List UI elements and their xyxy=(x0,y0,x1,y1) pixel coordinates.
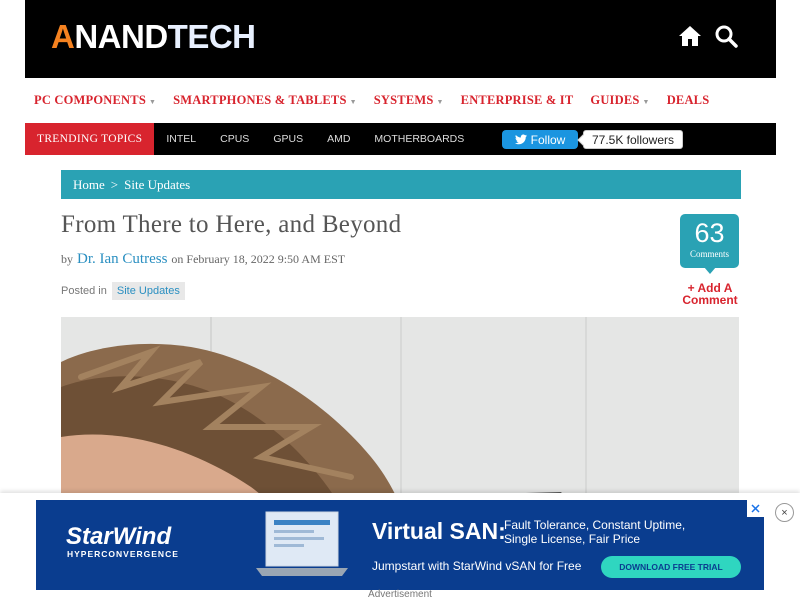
article-byline: by Dr. Ian Cutress on February 18, 2022 … xyxy=(61,251,345,268)
byline-by: by xyxy=(61,252,73,266)
ad-info-icon[interactable] xyxy=(747,500,764,517)
trending-item[interactable]: GPUS xyxy=(273,133,303,145)
chevron-down-icon: ▼ xyxy=(436,97,444,106)
ad-description: Fault Tolerance, Constant Uptime, Single… xyxy=(504,518,686,546)
comment-count-badge[interactable]: 63 Comments xyxy=(680,214,739,274)
category-tag[interactable]: Site Updates xyxy=(111,282,185,300)
home-icon[interactable] xyxy=(678,24,702,48)
chevron-down-icon: ▼ xyxy=(148,97,157,106)
site-logo[interactable]: ANANDTECH xyxy=(51,20,256,53)
ad-banner-container: StarWind HYPERCONVERGENCE Virtual SAN: F… xyxy=(0,493,800,600)
comments-label: Comments xyxy=(689,249,729,259)
trending-item[interactable]: AMD xyxy=(327,133,350,145)
ad-close-button[interactable]: × xyxy=(775,503,794,522)
trending-item[interactable]: MOTHERBOARDS xyxy=(374,133,464,145)
ad-brand-sub: HYPERCONVERGENCE xyxy=(67,549,179,559)
posted-in: Posted in Site Updates xyxy=(61,282,185,300)
article-title: From There to Here, and Beyond xyxy=(61,211,402,238)
laptop-icon xyxy=(256,511,348,576)
ad-caption: Advertisement xyxy=(368,589,432,600)
nav-item-enterprise-it[interactable]: ENTERPRISE & IT xyxy=(461,93,574,108)
trending-items: INTEL CPUS GPUS AMD MOTHERBOARDS xyxy=(154,133,476,145)
trending-label: TRENDING TOPICS xyxy=(25,123,155,155)
add-comment-line2: Comment xyxy=(682,293,738,307)
main-nav: PC COMPONENTS ▼ SMARTPHONES & TABLETS ▼ SYST… xyxy=(25,78,776,122)
nav-item-guides[interactable]: GUIDES ▼ xyxy=(590,93,649,108)
nav-item-pc-components[interactable]: PC COMPONENTS ▼ xyxy=(34,93,156,108)
search-icon[interactable] xyxy=(714,24,738,48)
nav-item-label: SYSTEMS xyxy=(373,92,434,107)
article-date: on February 18, 2022 9:50 AM EST xyxy=(171,252,346,266)
chevron-down-icon: ▼ xyxy=(642,97,650,106)
nav-item-systems[interactable]: SYSTEMS ▼ xyxy=(374,93,444,108)
logo-wordmark: ANANDTECH xyxy=(51,18,256,55)
site-header: ANANDTECH xyxy=(25,0,776,78)
author-link[interactable]: Dr. Ian Cutress xyxy=(77,251,167,268)
ad-cta-button[interactable]: DOWNLOAD FREE TRIAL xyxy=(601,556,741,578)
ad-brand: StarWind xyxy=(66,523,172,550)
header-icons xyxy=(678,24,738,48)
trending-item[interactable]: INTEL xyxy=(166,133,196,145)
nav-item-label: ENTERPRISE & IT xyxy=(460,92,574,107)
nav-item-smartphones-tablets[interactable]: SMARTPHONES & TABLETS ▼ xyxy=(173,93,357,108)
twitter-bird-icon xyxy=(514,134,527,145)
breadcrumb: Home > Site Updates xyxy=(61,170,741,199)
add-comment-link[interactable]: + Add A Comment xyxy=(676,282,744,306)
twitter-follow-button[interactable]: Follow xyxy=(502,130,578,149)
breadcrumb-section[interactable]: Site Updates xyxy=(124,177,190,193)
nav-item-deals[interactable]: DEALS xyxy=(667,93,710,108)
twitter-follower-count[interactable]: 77.5K followers xyxy=(583,130,683,149)
nav-item-label: DEALS xyxy=(666,92,710,107)
nav-item-label: PC COMPONENTS xyxy=(34,92,146,107)
ad-headline: Virtual SAN: xyxy=(372,518,506,544)
chevron-down-icon: ▼ xyxy=(349,97,357,106)
trending-bar: TRENDING TOPICS INTEL CPUS GPUS AMD MOTHERBO… xyxy=(25,123,776,155)
breadcrumb-home[interactable]: Home xyxy=(73,177,105,193)
ad-banner[interactable]: StarWind HYPERCONVERGENCE Virtual SAN: F… xyxy=(36,500,764,590)
ad-subline: Jumpstart with StarWind vSAN for Free xyxy=(372,559,582,573)
page: ANANDTECH PC COMPONENTS ▼ SMARTPHONES & TA… xyxy=(0,0,800,600)
nav-item-label: GUIDES xyxy=(590,92,640,107)
trending-item[interactable]: CPUS xyxy=(220,133,249,145)
breadcrumb-separator: > xyxy=(110,176,119,192)
nav-item-label: SMARTPHONES & TABLETS xyxy=(173,92,347,107)
twitter-follow-label: Follow xyxy=(530,132,566,147)
comment-count: 63 xyxy=(694,218,725,248)
posted-in-label: Posted in xyxy=(61,285,107,297)
